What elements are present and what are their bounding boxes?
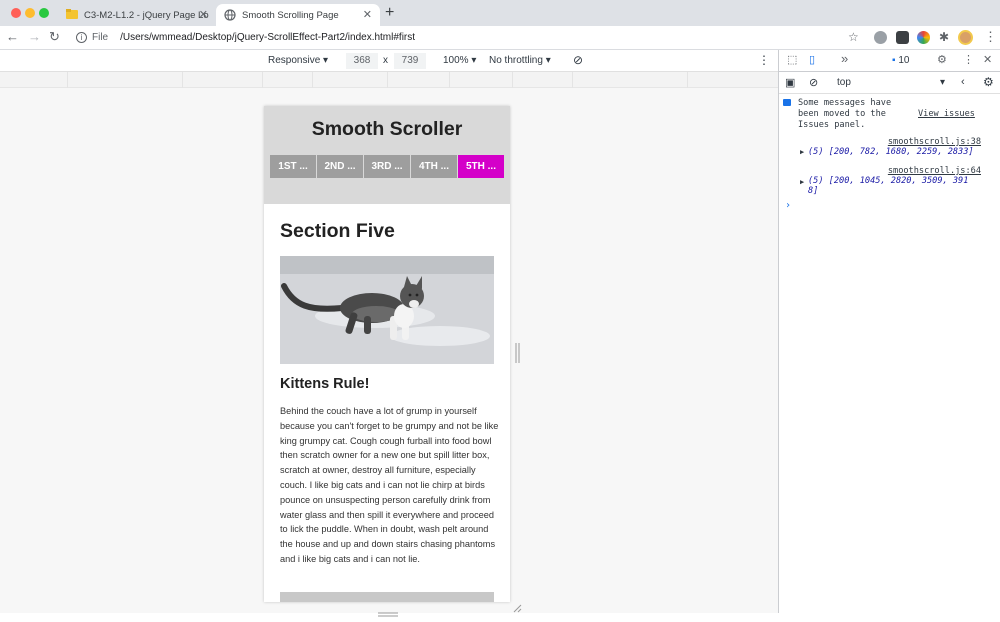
maximize-window-button[interactable]	[39, 8, 49, 18]
address-bar[interactable]: i File /Users/wmmead/Desktop/jQuery-Scro…	[68, 28, 863, 47]
devtools-tab-bar: ⬚ ▯ » ▪ 10 ⚙ ⋮ ✕	[779, 50, 1000, 72]
folder-icon	[66, 9, 78, 20]
context-select[interactable]: top ▾	[837, 77, 945, 88]
throttling-select[interactable]: No throttling ▾	[489, 55, 551, 66]
console-settings-icon[interactable]: ⚙	[983, 75, 994, 89]
next-image	[280, 592, 494, 602]
url-text: /Users/wmmead/Desktop/jQuery-ScrollEffec…	[120, 32, 416, 43]
log-source-link[interactable]: smoothscroll.js:38	[888, 137, 981, 147]
emulated-page: Smooth Scroller 1ST ... 2ND ... 3RD ... …	[264, 106, 510, 602]
forward-icon[interactable]: →	[28, 29, 41, 45]
tab-title: C3-M2-L1.2 - jQuery Page Lo	[84, 9, 209, 21]
console-notice: Some messages have been moved to the Iss…	[779, 98, 1000, 134]
log-value-wrap: 8]	[808, 186, 819, 196]
device-mode-select[interactable]: Responsive ▾	[268, 55, 328, 66]
tab-smooth-scrolling[interactable]: Smooth Scrolling Page ✕	[216, 4, 380, 26]
filter-chevron-icon[interactable]: ‹	[961, 76, 965, 88]
viewport-height-input[interactable]: 739	[394, 53, 426, 69]
device-toolbar-menu-icon[interactable]: ⋮	[758, 53, 770, 67]
minimize-window-button[interactable]	[25, 8, 35, 18]
rotate-icon[interactable]: ⊘	[573, 53, 583, 67]
viewport-width-input[interactable]: 368	[346, 53, 378, 69]
avatar[interactable]	[958, 30, 973, 45]
message-icon	[783, 99, 791, 106]
extensions-puzzle-icon[interactable]: ✱	[939, 29, 949, 45]
page-title: Smooth Scroller	[311, 118, 463, 140]
tab-strip: C3-M2-L1.2 - jQuery Page Lo ✕ Smooth Scr…	[0, 0, 1000, 26]
nav-button-4th[interactable]: 4TH ...	[411, 155, 457, 178]
log-value[interactable]: (5) [200, 782, 1680, 2259, 2833]	[808, 147, 974, 157]
devtools-menu-icon[interactable]: ⋮	[963, 53, 974, 66]
console-log-1: smoothscroll.js:38 ▶ (5) [200, 782, 1680…	[779, 137, 1000, 163]
article-body: Behind the couch have a lot of grump in …	[280, 406, 499, 564]
extension-color-icon[interactable]	[917, 31, 930, 44]
nav-button-2nd[interactable]: 2ND ...	[317, 155, 363, 178]
device-toolbar: Responsive ▾ 368 x 739 100% ▾ No throttl…	[0, 50, 778, 72]
sidebar-toggle-icon[interactable]: ▣	[785, 76, 795, 89]
dimension-separator: x	[383, 55, 388, 66]
notice-text: Some messages have been moved to the Iss…	[798, 98, 892, 130]
resize-handle-corner[interactable]	[512, 600, 522, 613]
close-tab-icon[interactable]: ✕	[199, 8, 208, 21]
cat-image	[280, 256, 494, 364]
settings-gear-icon[interactable]: ⚙	[937, 53, 947, 66]
view-issues-link[interactable]: View issues	[918, 109, 975, 119]
clear-console-icon[interactable]: ⊘	[809, 76, 818, 89]
nav-button-3rd[interactable]: 3RD ...	[364, 155, 410, 178]
log-source-link[interactable]: smoothscroll.js:64	[888, 166, 981, 176]
log-value[interactable]: (5) [200, 1045, 2820, 3509, 391	[808, 176, 968, 186]
browser-menu-icon[interactable]: ⋮	[984, 29, 997, 45]
nav-button-5th[interactable]: 5TH ...	[458, 155, 504, 178]
close-tab-icon[interactable]: ✕	[363, 8, 372, 21]
back-icon[interactable]: ←	[6, 29, 19, 45]
expand-arrow-icon[interactable]: ▶	[800, 148, 804, 156]
prompt-chevron-icon: ›	[785, 200, 792, 211]
devtools-panel: ⬚ ▯ » ▪ 10 ⚙ ⋮ ✕ ▣ ⊘ top ▾ ‹ ⚙ Some messa…	[778, 50, 1000, 613]
browser-toolbar: ← → ↻ i File /Users/wmmead/Desktop/jQuer…	[0, 26, 1000, 50]
close-window-button[interactable]	[11, 8, 21, 18]
section-title: Section Five	[280, 220, 395, 242]
console-toolbar: ▣ ⊘ top ▾ ‹ ⚙	[779, 72, 1000, 94]
bookmark-star-icon[interactable]: ☆	[848, 29, 859, 45]
new-tab-button[interactable]: +	[385, 4, 394, 22]
resize-handle-right[interactable]	[515, 343, 520, 363]
zoom-select[interactable]: 100% ▾	[443, 55, 476, 66]
info-icon[interactable]: i	[76, 32, 87, 43]
globe-icon	[224, 9, 236, 21]
article-heading: Kittens Rule!	[280, 376, 370, 392]
inspect-element-icon[interactable]: ⬚	[787, 53, 797, 66]
console-log-2: smoothscroll.js:64 ▶ (5) [200, 1045, 282…	[779, 166, 1000, 202]
nav-button-1st[interactable]: 1ST ...	[270, 155, 316, 178]
extension-dark-icon[interactable]	[896, 31, 909, 44]
tab-jquery-page[interactable]: C3-M2-L1.2 - jQuery Page Lo ✕	[58, 4, 216, 26]
device-toggle-icon[interactable]: ▯	[809, 53, 815, 66]
tab-title: Smooth Scrolling Page	[242, 9, 339, 21]
more-tabs-button[interactable]: »	[841, 51, 848, 66]
media-query-ruler[interactable]	[0, 72, 778, 88]
resize-handle-bottom[interactable]	[378, 604, 398, 617]
page-header: Smooth Scroller 1ST ... 2ND ... 3RD ... …	[264, 106, 510, 204]
extension-gray-icon[interactable]	[874, 31, 887, 44]
close-devtools-icon[interactable]: ✕	[983, 53, 992, 66]
reload-icon[interactable]: ↻	[49, 29, 60, 45]
issues-counter[interactable]: ▪ 10	[892, 55, 909, 66]
expand-arrow-icon[interactable]: ▶	[800, 178, 804, 186]
console-prompt[interactable]: ›	[779, 200, 1000, 212]
scheme-label: File	[92, 32, 109, 43]
